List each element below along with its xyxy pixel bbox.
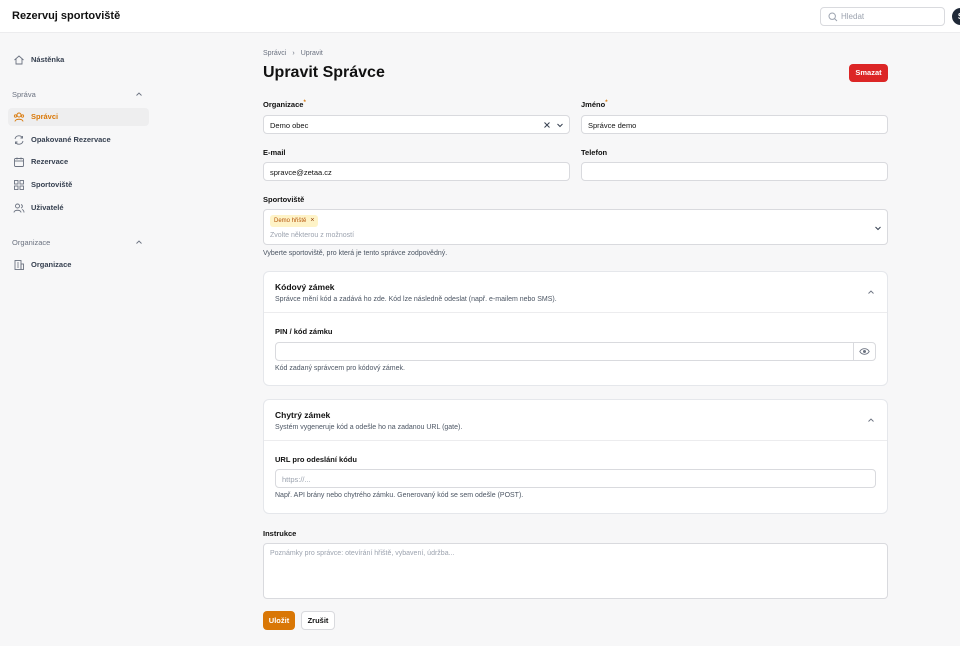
remove-tag-icon[interactable]: × bbox=[310, 217, 314, 224]
code-lock-description: Správce mění kód a zadává ho zde. Kód lz… bbox=[275, 296, 557, 303]
chevron-down-icon[interactable] bbox=[874, 224, 882, 232]
app-title[interactable]: Rezervuj sportoviště bbox=[12, 10, 120, 22]
instructions-textarea[interactable]: Poznámky pro správce: otevírání hřiště, … bbox=[263, 543, 888, 599]
sidebar-group-organizace[interactable]: Organizace bbox=[12, 238, 50, 247]
users-icon bbox=[13, 203, 25, 213]
sidebar-item-spravci[interactable]: Správci bbox=[8, 108, 149, 126]
top-bar: Rezervuj sportoviště Hledat S bbox=[0, 0, 960, 33]
instructions-label: Instrukce bbox=[263, 529, 297, 538]
grid-icon bbox=[14, 180, 24, 190]
toggle-visibility-button[interactable] bbox=[853, 342, 876, 361]
home-icon bbox=[14, 55, 24, 65]
required-marker: * bbox=[303, 100, 306, 106]
cancel-button[interactable]: Zrušit bbox=[301, 611, 335, 630]
breadcrumb: Správci › Upravit bbox=[263, 50, 323, 57]
search-icon bbox=[828, 12, 838, 22]
delete-button[interactable]: Smazat bbox=[849, 64, 888, 82]
name-label: Jméno* bbox=[581, 100, 608, 109]
search-input[interactable]: Hledat bbox=[820, 7, 945, 26]
building-icon bbox=[14, 260, 24, 270]
email-label: E-mail bbox=[263, 148, 286, 157]
organization-label-text: Organizace bbox=[263, 100, 304, 109]
venue-tag-label: Demo hřiště bbox=[274, 218, 307, 224]
smart-lock-title: Chytrý zámek bbox=[275, 410, 331, 420]
chevron-up-icon[interactable] bbox=[135, 238, 143, 246]
eye-icon bbox=[859, 348, 870, 355]
save-button[interactable]: Uložit bbox=[263, 611, 295, 630]
sidebar-group-sprava[interactable]: Správa bbox=[12, 90, 36, 99]
sidebar-item-opakovane-rezervace[interactable]: Opakované Rezervace bbox=[8, 131, 149, 149]
pin-hint: Kód zadaný správcem pro kódový zámek. bbox=[275, 365, 405, 372]
avatar[interactable]: S bbox=[952, 8, 960, 25]
sidebar-item-label: Sportoviště bbox=[31, 180, 73, 189]
organization-select[interactable]: Demo obec bbox=[263, 115, 570, 134]
page-title: Upravit Správce bbox=[263, 64, 385, 81]
breadcrumb-separator-icon: › bbox=[292, 50, 295, 57]
sidebar-item-label: Uživatelé bbox=[31, 203, 64, 212]
venues-placeholder: Zvolte některou z možností bbox=[270, 232, 355, 239]
phone-label: Telefon bbox=[581, 148, 608, 157]
venues-multiselect[interactable]: Demo hřiště × Zvolte některou z možností bbox=[263, 209, 888, 245]
sidebar-item-sportoviste[interactable]: Sportoviště bbox=[8, 176, 149, 194]
calendar-icon bbox=[14, 157, 24, 167]
url-label: URL pro odeslání kódu bbox=[275, 455, 357, 464]
organization-label: Organizace* bbox=[263, 100, 306, 109]
chevron-down-icon[interactable] bbox=[556, 121, 564, 129]
sidebar-item-label: Rezervace bbox=[31, 157, 69, 166]
chevron-up-icon[interactable] bbox=[867, 416, 875, 424]
users-cog-icon bbox=[13, 112, 25, 122]
smart-lock-header[interactable]: Chytrý zámek Systém vygeneruje kód a ode… bbox=[264, 400, 887, 441]
venues-label: Sportoviště bbox=[263, 195, 305, 204]
venue-tag: Demo hřiště × bbox=[270, 215, 319, 227]
sidebar-item-label: Organizace bbox=[31, 260, 72, 269]
url-field[interactable]: https://... bbox=[275, 469, 876, 488]
clear-icon[interactable] bbox=[543, 121, 551, 129]
sidebar-item-label: Nástěnka bbox=[31, 55, 65, 64]
code-lock-header[interactable]: Kódový zámek Správce mění kód a zadává h… bbox=[264, 272, 887, 313]
code-lock-title: Kódový zámek bbox=[275, 282, 335, 292]
smart-lock-section: Chytrý zámek Systém vygeneruje kód a ode… bbox=[263, 399, 888, 514]
search-placeholder: Hledat bbox=[841, 12, 865, 21]
url-hint: Např. API brány nebo chytrého zámku. Gen… bbox=[275, 492, 524, 499]
sidebar-item-label: Správci bbox=[31, 112, 59, 121]
required-marker: * bbox=[605, 100, 608, 106]
breadcrumb-item-current: Upravit bbox=[300, 50, 323, 57]
pin-field[interactable] bbox=[275, 342, 876, 361]
sidebar-item-uzivatele[interactable]: Uživatelé bbox=[8, 199, 149, 217]
code-lock-section: Kódový zámek Správce mění kód a zadává h… bbox=[263, 271, 888, 386]
sidebar-item-rezervace[interactable]: Rezervace bbox=[8, 153, 149, 171]
chevron-up-icon[interactable] bbox=[867, 288, 875, 296]
sidebar-item-organizace[interactable]: Organizace bbox=[8, 256, 149, 274]
organization-value: Demo obec bbox=[270, 121, 309, 130]
sidebar-item-label: Opakované Rezervace bbox=[31, 135, 111, 144]
sidebar-item-dashboard[interactable]: Nástěnka bbox=[8, 51, 149, 69]
chevron-up-icon[interactable] bbox=[135, 90, 143, 98]
phone-field[interactable] bbox=[581, 162, 888, 181]
name-label-text: Jméno bbox=[581, 100, 606, 109]
venues-hint: Vyberte sportoviště, pro která je tento … bbox=[263, 250, 448, 257]
email-field[interactable]: spravce@zetaa.cz bbox=[263, 162, 570, 181]
pin-label: PIN / kód zámku bbox=[275, 327, 333, 336]
repeat-icon bbox=[14, 135, 24, 145]
sidebar: Nástěnka Správa Správci Opakované Rezerv… bbox=[0, 33, 160, 646]
name-field[interactable]: Správce demo bbox=[581, 115, 888, 134]
breadcrumb-item-spravci[interactable]: Správci bbox=[263, 50, 286, 57]
smart-lock-description: Systém vygeneruje kód a odešle ho na zad… bbox=[275, 424, 463, 431]
